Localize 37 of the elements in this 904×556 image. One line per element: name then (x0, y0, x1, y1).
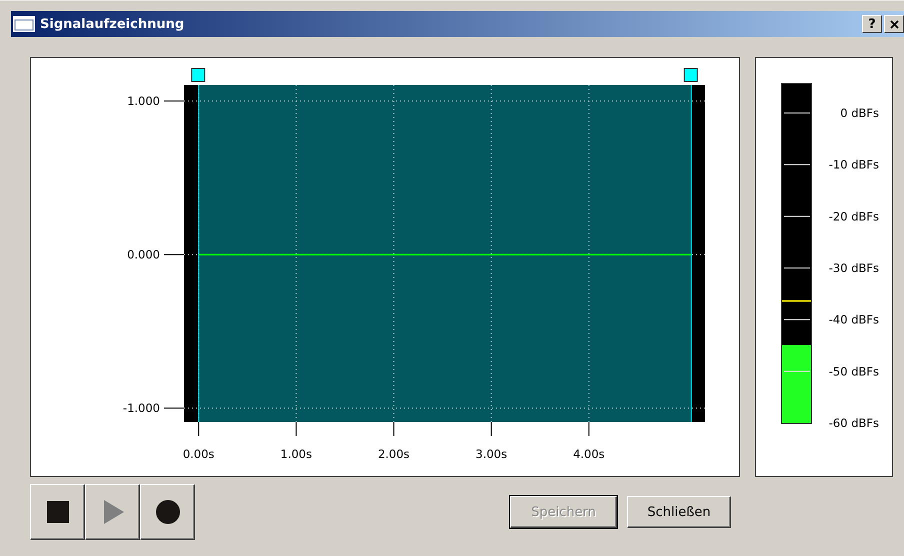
y-tick-label: 0.000 (127, 248, 160, 262)
x-tick-label: 1.00s (280, 447, 312, 461)
db-label: -60 dBFs (828, 416, 879, 430)
tick-mark (588, 422, 590, 436)
db-label: -10 dBFs (828, 158, 879, 172)
marker[interactable] (191, 68, 206, 422)
tick-mark (198, 422, 200, 436)
stop-icon (44, 499, 70, 525)
x-tick-label: 3.00s (476, 447, 508, 461)
db-label: -20 dBFs (828, 209, 879, 224)
tick-mark (784, 216, 810, 217)
tick-mark (393, 422, 394, 436)
y-tick-label: 1.000 (127, 94, 160, 108)
db-label: -50 dBFs (828, 364, 879, 378)
record-icon (154, 499, 180, 525)
marker[interactable] (684, 68, 698, 422)
x-tick-label: 2.00s (378, 447, 410, 461)
db-label: -40 dBFs (828, 312, 879, 327)
tick-mark (296, 422, 297, 436)
tick-mark (784, 112, 810, 114)
stop-button[interactable] (30, 484, 85, 540)
window-title: Signalaufzeichnung (40, 16, 184, 32)
x-tick-label: 4.00s (573, 447, 605, 461)
tick-mark (490, 422, 492, 436)
x-tick-label: 0.00s (182, 447, 214, 461)
record-button[interactable] (140, 484, 195, 540)
close-button[interactable] (884, 15, 904, 33)
y-tick-label: -1.000 (122, 401, 160, 416)
help-button[interactable]: ? (862, 15, 882, 33)
db-label: 0 dBFs (840, 106, 879, 120)
tick-mark (784, 370, 810, 372)
tick-mark (784, 164, 810, 166)
window-icon (13, 16, 35, 32)
db-label: -30 dBFs (828, 261, 879, 275)
tick-mark (784, 319, 810, 320)
close-button[interactable]: Schließen (627, 496, 731, 528)
close-icon (890, 20, 898, 28)
